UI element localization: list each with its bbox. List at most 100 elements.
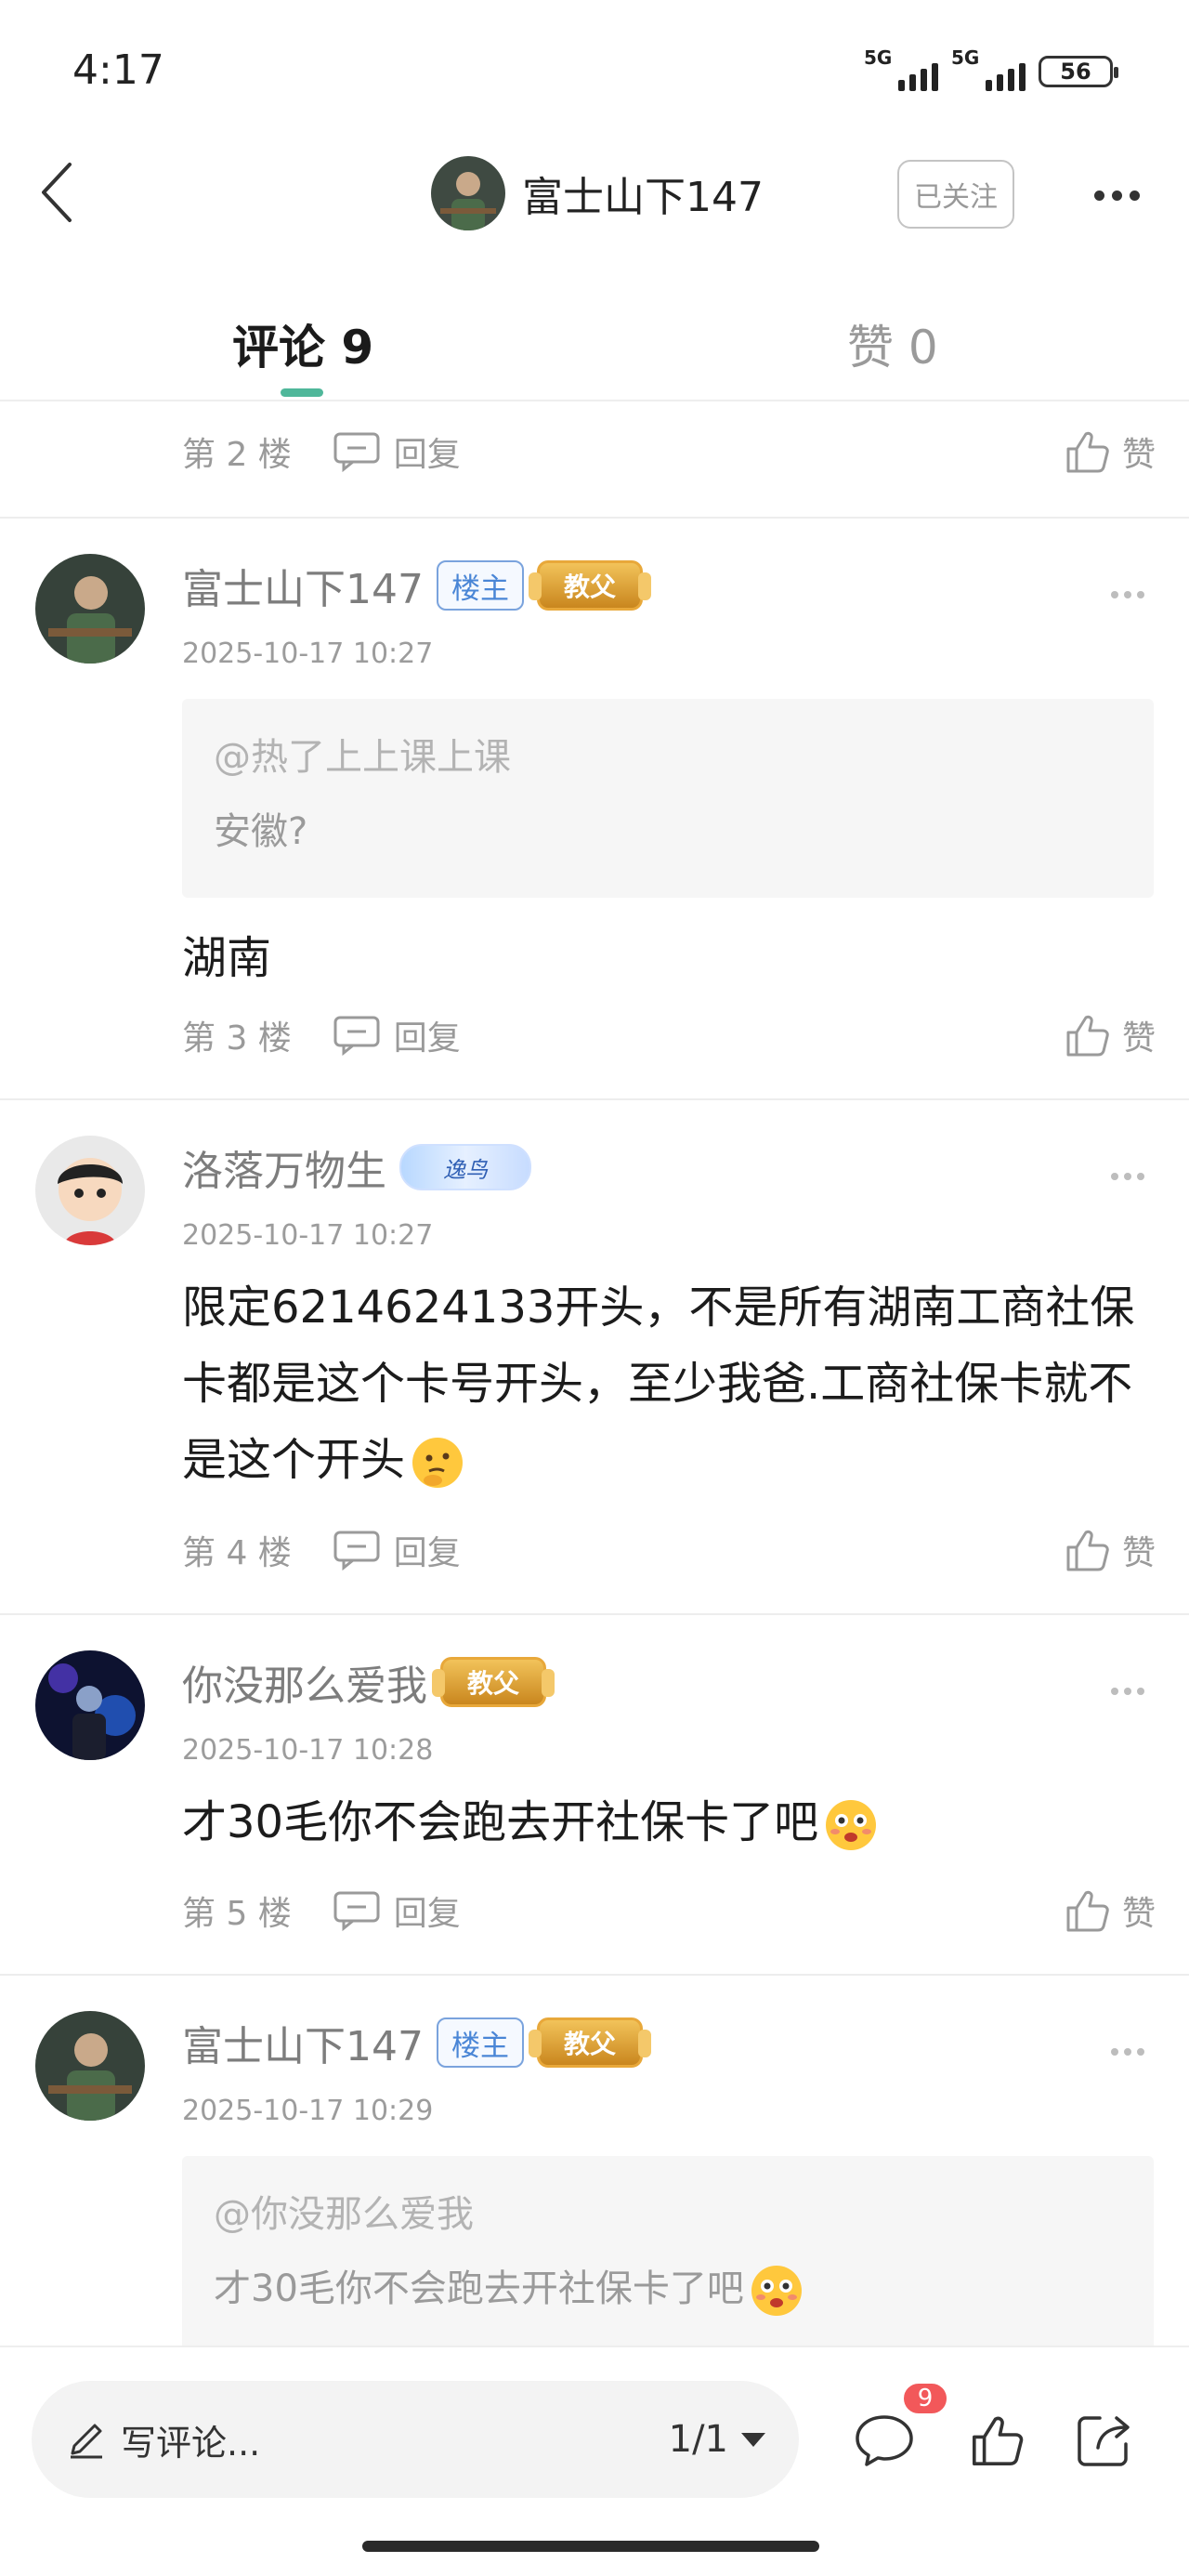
header-user[interactable]: 富士山下147 (431, 156, 764, 230)
floor-label: 第 2 楼 (182, 436, 292, 474)
battery-level: 56 (1060, 59, 1091, 85)
thumbs-up-icon (1066, 1890, 1109, 1932)
page-number: 1/1 (668, 2418, 728, 2461)
comment-floor-4: 洛落万物生 逸鸟 2025-10-17 10:27 限定6214624133开头… (0, 1100, 1189, 1613)
post-footer: 第 3 楼 回复 赞 (182, 1007, 1156, 1063)
commenter-avatar[interactable] (35, 2011, 145, 2121)
back-button[interactable] (24, 160, 89, 225)
comment-text: 才30毛你不会跑去开社保卡了吧 (182, 1796, 819, 1848)
level-badge: 教父 (432, 1657, 555, 1707)
reply-button[interactable]: 回复 (333, 1526, 461, 1574)
comment-floor-6: 富士山下147 楼主 教父 2025-10-17 10:29 @你没那么爱我 才… (0, 1976, 1189, 2346)
commenter-info: 洛落万物生 逸鸟 (182, 1137, 531, 1197)
commenter-avatar[interactable] (35, 1136, 145, 1245)
commenter-name[interactable]: 富士山下147 (182, 2013, 424, 2072)
active-tab-indicator (281, 388, 323, 397)
owner-badge: 楼主 (436, 2017, 524, 2068)
like-label: 赞 (1121, 1534, 1156, 1572)
pencil-icon (71, 2424, 102, 2459)
level-badge: 教父 (528, 2017, 651, 2068)
quoted-text: 才30毛你不会跑去开社保卡了吧 (214, 2267, 744, 2310)
network-type-label: 5G (864, 46, 893, 69)
reply-label: 回复 (393, 1019, 461, 1058)
share-button[interactable] (1068, 2405, 1139, 2476)
quoted-text-row: 才30毛你不会跑去开社保卡了吧 (214, 2258, 1122, 2320)
floor-label: 第 5 楼 (182, 1895, 292, 1933)
thumbs-up-icon (1066, 431, 1109, 473)
follow-button[interactable]: 已关注 (897, 160, 1014, 229)
post-footer: 第 4 楼 回复 赞 (182, 1522, 1156, 1578)
comment-body: 限定6214624133开头，不是所有湖南工商社保卡都是这个卡号开头，至少我爸.… (182, 1269, 1157, 1498)
network-type-label-2: 5G (951, 46, 980, 69)
commenter-name[interactable]: 你没那么爱我 (182, 1652, 427, 1712)
caret-down-icon (741, 2432, 765, 2447)
comment-input[interactable]: 写评论... 1/1 (32, 2381, 799, 2498)
comment-icon (333, 432, 380, 472)
comment-icon (333, 1891, 380, 1931)
like-label: 赞 (1121, 436, 1156, 474)
like-button[interactable]: 赞 (1065, 427, 1156, 476)
commenter-avatar[interactable] (35, 1650, 145, 1760)
more-options-button[interactable] (1087, 177, 1146, 214)
thumbs-up-icon (1066, 1015, 1109, 1057)
commenter-name[interactable]: 富士山下147 (182, 556, 424, 615)
post-footer: 第 5 楼 回复 赞 (182, 1883, 1156, 1939)
status-time: 4:17 (72, 46, 164, 94)
commenter-avatar[interactable] (35, 554, 145, 664)
comment-count-badge: 9 (901, 2381, 949, 2416)
page-selector[interactable]: 1/1 (669, 2418, 765, 2461)
quoted-comment[interactable]: @你没那么爱我 才30毛你不会跑去开社保卡了吧 (182, 2156, 1154, 2346)
comment-timestamp: 2025-10-17 10:28 (182, 1734, 434, 1767)
reply-button[interactable]: 回复 (333, 1886, 461, 1935)
like-button[interactable]: 赞 (1065, 1886, 1156, 1935)
commenter-name[interactable]: 洛落万物生 (182, 1137, 386, 1197)
comment-more-button[interactable] (1111, 1165, 1152, 1188)
tab-likes[interactable]: 赞 0 (847, 310, 938, 377)
chat-bubble-icon (856, 2415, 913, 2466)
quoted-user: @你没那么爱我 (214, 2193, 474, 2236)
like-button[interactable]: 赞 (1065, 1011, 1156, 1059)
reply-label: 回复 (393, 1895, 461, 1933)
quoted-user: @热了上上课上课 (214, 736, 511, 779)
status-icons: 5G 5G 56 (864, 46, 1118, 93)
top-nav-bar: 富士山下147 已关注 (0, 149, 1189, 242)
comments-button[interactable] (849, 2405, 920, 2476)
comment-more-button[interactable] (1111, 2041, 1152, 2063)
comment-icon (333, 1016, 380, 1056)
commenter-info: 富士山下147 楼主 教父 (182, 2013, 651, 2072)
home-indicator (362, 2541, 819, 2552)
like-button[interactable]: 赞 (1065, 1526, 1156, 1574)
comment-text: 湖南 (182, 932, 272, 984)
cellular-signal-icon: 5G (864, 46, 938, 93)
thinking-face-icon (412, 1438, 464, 1488)
member-badge: 逸鸟 (399, 1144, 531, 1190)
like-post-button[interactable] (962, 2405, 1033, 2476)
quoted-comment[interactable]: @热了上上课上课 安徽? (182, 699, 1154, 898)
tab-bar: 评论 9 赞 0 (0, 288, 1189, 401)
quoted-text: 安徽? (214, 810, 308, 853)
reply-label: 回复 (393, 436, 461, 474)
reply-button[interactable]: 回复 (333, 1011, 461, 1059)
level-badge: 教父 (528, 560, 651, 611)
thumbs-up-icon (1066, 1530, 1109, 1571)
comment-more-button[interactable] (1111, 584, 1152, 606)
like-label: 赞 (1121, 1019, 1156, 1058)
chevron-left-icon (42, 163, 72, 222)
comment-timestamp: 2025-10-17 10:27 (182, 637, 434, 670)
floor-label: 第 3 楼 (182, 1019, 292, 1058)
header-avatar[interactable] (431, 156, 505, 230)
header-username[interactable]: 富士山下147 (522, 164, 764, 223)
comment-timestamp: 2025-10-17 10:29 (182, 2095, 434, 2127)
commenter-info: 你没那么爱我 教父 (182, 1652, 555, 1712)
comment-floor-3: 富士山下147 楼主 教父 2025-10-17 10:27 @热了上上课上课 … (0, 519, 1189, 1098)
comment-icon (333, 1531, 380, 1571)
reply-label: 回复 (393, 1534, 461, 1572)
post-footer-floor-2: 第 2 楼 回复 赞 (182, 424, 1156, 480)
tab-comments[interactable]: 评论 9 (232, 310, 373, 377)
comment-more-button[interactable] (1111, 1680, 1152, 1702)
comment-floor-5: 你没那么爱我 教父 2025-10-17 10:28 才30毛你不会跑去开社保卡… (0, 1615, 1189, 1974)
like-label: 赞 (1121, 1895, 1156, 1933)
reply-button[interactable]: 回复 (333, 427, 461, 476)
floor-label: 第 4 楼 (182, 1534, 292, 1572)
owner-badge: 楼主 (436, 560, 524, 611)
